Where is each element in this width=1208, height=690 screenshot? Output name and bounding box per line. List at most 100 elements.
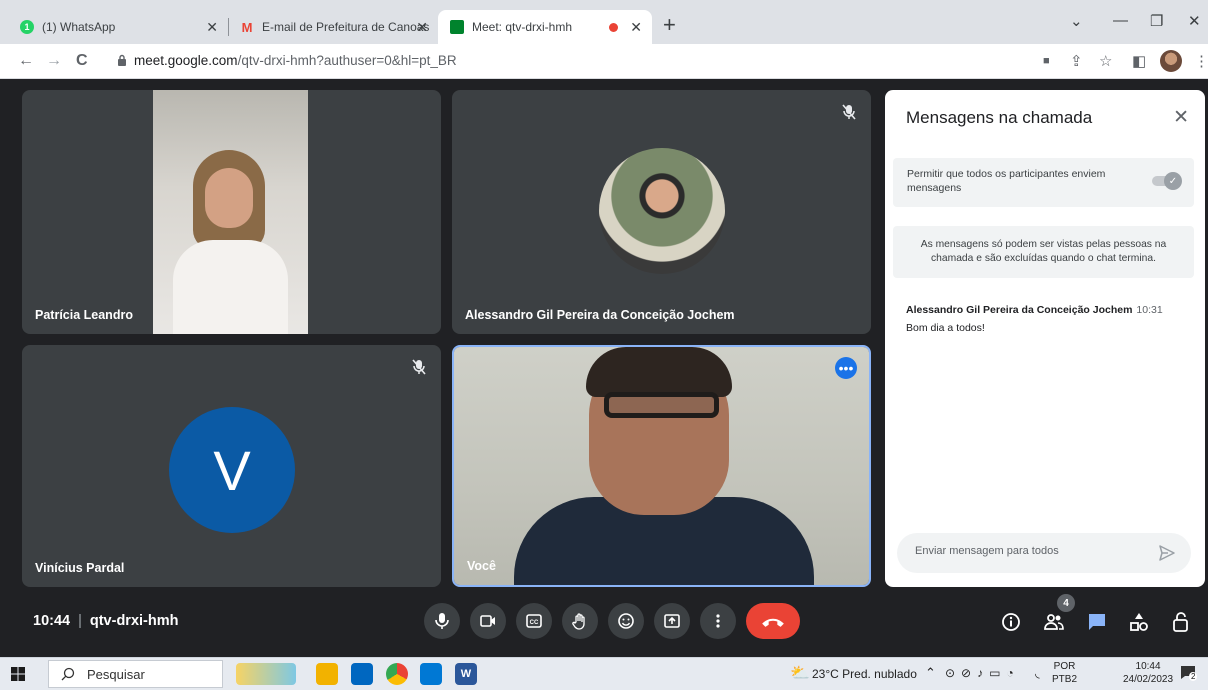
chat-panel: Mensagens na chamada ✕ Permitir que todo… (885, 90, 1205, 587)
participant-name: Alessandro Gil Pereira da Conceição Joch… (465, 308, 735, 322)
meet-icon (450, 20, 464, 34)
minimize-button[interactable]: — (1113, 12, 1128, 29)
chat-notice: As mensagens só podem ser vistas pelas p… (893, 226, 1194, 278)
tab-gmail[interactable]: M E-mail de Prefeitura de Canoas ✕ (228, 10, 438, 44)
hand-icon (572, 613, 585, 630)
participant-video (153, 90, 308, 334)
forward-button[interactable]: → (46, 52, 62, 70)
message-input-container (897, 533, 1191, 573)
tab-meet[interactable]: Meet: qtv-drxi-hmh ✕ (438, 10, 652, 44)
clock-time: 10:44 (1135, 661, 1161, 672)
meeting-code: qtv-drxi-hmh (89, 613, 179, 629)
tab-search-chevron-icon[interactable]: ⌄ (1070, 12, 1083, 30)
camera-icon[interactable]: ■ (1043, 55, 1050, 67)
side-panel-icon[interactable]: ◧ (1132, 52, 1146, 70)
keyboard-layout: PTB2 (1052, 674, 1078, 685)
message-time: 10:31 (1136, 304, 1163, 316)
search-icon (61, 667, 75, 681)
participant-name: Você (467, 559, 496, 573)
raise-hand-button[interactable] (562, 603, 598, 639)
weather-text[interactable]: 23°C Pred. nublado (812, 667, 917, 681)
language-code: POR (1053, 661, 1076, 672)
more-options-icon[interactable]: ••• (835, 357, 857, 379)
present-icon (664, 614, 680, 628)
send-icon[interactable] (1157, 543, 1177, 563)
self-video (454, 347, 869, 585)
info-icon[interactable] (1000, 611, 1022, 633)
participant-tile-alessandro[interactable]: Alessandro Gil Pereira da Conceição Joch… (452, 90, 871, 334)
hang-up-icon (762, 618, 784, 627)
video-camera-icon (480, 615, 495, 627)
weather-icon[interactable]: ⛅ (790, 663, 810, 683)
meeting-info: 10:44 | qtv-drxi-hmh (33, 613, 179, 629)
participant-tile-self[interactable]: ••• Você (452, 345, 871, 587)
windows-start-icon[interactable] (11, 667, 25, 681)
new-tab-button[interactable]: + (663, 14, 676, 36)
mail-app-icon[interactable] (351, 663, 373, 685)
back-button[interactable]: ← (18, 52, 34, 70)
participants-count-badge: 4 (1057, 594, 1075, 612)
bookmark-star-icon[interactable]: ☆ (1099, 52, 1112, 70)
search-placeholder: Pesquisar (87, 667, 145, 682)
svg-text:CC: CC (530, 620, 539, 626)
language-indicator[interactable]: POR PTB2 (1052, 660, 1077, 686)
file-explorer-icon[interactable] (316, 663, 338, 685)
allow-messages-toggle[interactable]: ✓ (1150, 172, 1182, 190)
close-chat-button[interactable]: ✕ (1173, 106, 1189, 129)
close-window-button[interactable]: ✕ (1188, 12, 1201, 30)
news-widget-icon[interactable] (236, 663, 296, 685)
gmail-icon: M (241, 19, 253, 35)
system-clock[interactable]: 10:44 24/02/2023 (1123, 660, 1173, 686)
chat-title: Mensagens na chamada (906, 108, 1093, 127)
wifi-icon[interactable]: ◟ (1035, 666, 1040, 680)
message-input[interactable] (913, 544, 1147, 558)
close-tab-icon[interactable]: ✕ (416, 19, 428, 36)
mic-off-icon (412, 359, 426, 375)
microphone-icon (435, 613, 449, 629)
restore-button[interactable]: ❐ (1150, 12, 1163, 30)
tray-chevron-up-icon[interactable]: ⌃ (925, 665, 936, 681)
notification-center-icon[interactable]: 2 (1180, 664, 1198, 681)
clock-date: 24/02/2023 (1123, 674, 1174, 685)
emoji-button[interactable] (608, 603, 644, 639)
participant-name: Patrícia Leandro (35, 308, 133, 322)
close-tab-icon[interactable]: ✕ (630, 19, 642, 36)
profile-avatar[interactable] (1160, 50, 1182, 72)
activities-icon[interactable] (1128, 611, 1150, 633)
camera-button[interactable] (470, 603, 506, 639)
notification-count: 2 (1189, 672, 1198, 681)
close-tab-icon[interactable]: ✕ (206, 19, 218, 36)
captions-icon: CC (526, 614, 542, 628)
leave-call-button[interactable] (746, 603, 800, 639)
whatsapp-icon: 1 (20, 20, 34, 34)
browser-menu-icon[interactable]: ⋮ (1194, 52, 1208, 70)
more-vert-icon (716, 614, 720, 628)
people-icon[interactable] (1043, 611, 1065, 633)
present-screen-button[interactable] (654, 603, 690, 639)
tab-whatsapp[interactable]: 1 (1) WhatsApp ✕ (8, 10, 228, 44)
message-text: Bom dia a todos! (906, 322, 985, 334)
tray-system-icons[interactable]: ⊙⊘♪▭◔ (945, 666, 1020, 680)
url-field[interactable]: meet.google.com/qtv-drxi-hmh?authuser=0&… (134, 53, 457, 68)
emoji-icon (618, 613, 634, 629)
participant-name: Vinícius Pardal (35, 561, 125, 575)
reload-button[interactable]: C (76, 52, 88, 70)
message-sender: Alessandro Gil Pereira da Conceição Joch… (906, 304, 1163, 316)
more-options-button[interactable] (700, 603, 736, 639)
taskbar-search[interactable]: Pesquisar (48, 660, 223, 688)
permission-label: Permitir que todos os participantes envi… (907, 168, 1106, 194)
host-controls-lock-icon[interactable] (1170, 611, 1192, 633)
chrome-icon[interactable] (386, 663, 408, 685)
tab-title: E-mail de Prefeitura de Canoas (262, 20, 430, 34)
lock-icon[interactable] (117, 54, 127, 66)
store-icon[interactable] (420, 663, 442, 685)
chat-icon[interactable] (1086, 611, 1108, 633)
microphone-button[interactable] (424, 603, 460, 639)
participant-tile-patricia[interactable]: Patrícia Leandro (22, 90, 441, 334)
share-icon[interactable]: ⇪ (1070, 52, 1083, 70)
participant-tile-vinicius[interactable]: V Vinícius Pardal (22, 345, 441, 587)
captions-button[interactable]: CC (516, 603, 552, 639)
address-bar: ← → C meet.google.com/qtv-drxi-hmh?authu… (0, 44, 1208, 79)
check-icon: ✓ (1164, 172, 1182, 190)
word-icon[interactable]: W (455, 663, 477, 685)
